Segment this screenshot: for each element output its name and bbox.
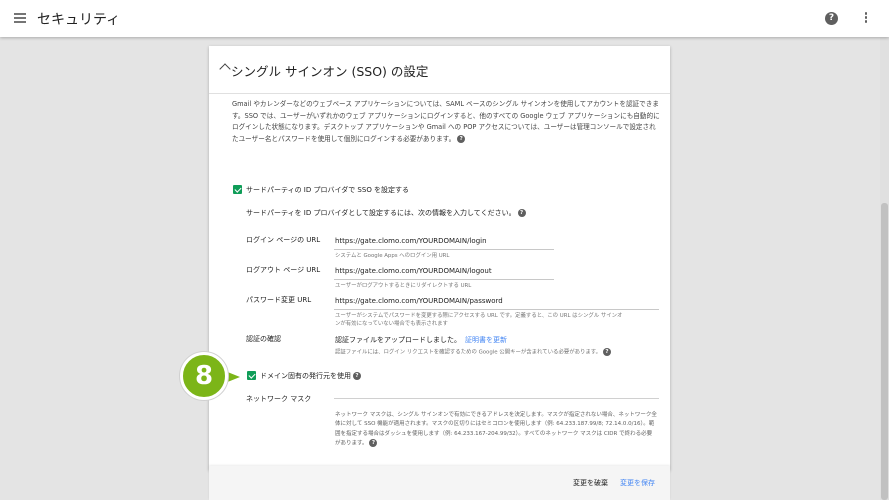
network-mask-help-text: ネットワーク マスクは、シングル サインオンで有効にできるアドレスを決定します。…	[335, 412, 657, 447]
more-vert-icon[interactable]	[864, 12, 868, 25]
sso-description: Gmail やカレンダーなどのウェブベース アプリケーションについては、SAML…	[232, 99, 662, 145]
login-url-underline	[334, 249, 554, 250]
domain-issuer-row: ドメイン固有の発行元を使用?	[260, 371, 361, 381]
logout-url-input[interactable]: https://gate.clomo.com/YOURDOMAIN/logout	[335, 267, 492, 275]
network-mask-help: ネットワーク マスクは、シングル サインオンで有効にできるアドレスを決定します。…	[335, 411, 657, 449]
domain-issuer-label: ドメイン固有の発行元を使用	[260, 372, 351, 380]
action-footer: 変更を破棄 変更を保存	[209, 466, 670, 500]
chevron-up-icon[interactable]	[219, 63, 231, 75]
certificate-hint: 認証ファイルには、ログイン リクエストを確認するための Google 公開キーが…	[335, 348, 612, 357]
help-icon[interactable]: ?	[457, 134, 466, 143]
help-icon[interactable]: ?	[603, 348, 612, 356]
logout-url-hint: ユーザーがログアウトするときにリダイレクトする URL	[335, 283, 472, 289]
help-icon[interactable]: ?	[369, 439, 378, 448]
password-url-label: パスワード変更 URL	[246, 296, 312, 304]
help-icon[interactable]: ?	[353, 372, 361, 380]
card-header[interactable]: シングル サインオン (SSO) の設定	[209, 46, 670, 94]
help-icon[interactable]: ?	[517, 209, 526, 217]
sso-settings-card: シングル サインオン (SSO) の設定 Gmail やカレンダーなどのウェブベ…	[209, 46, 670, 470]
sso-enable-checkbox[interactable]	[233, 185, 242, 194]
help-icon[interactable]: ?	[825, 12, 838, 25]
discard-changes-button[interactable]: 変更を破棄	[573, 478, 608, 488]
network-mask-label: ネットワーク マスク	[246, 395, 312, 403]
login-url-hint: システムと Google Apps へのログイン用 URL	[335, 253, 450, 259]
password-url-underline	[334, 309, 659, 310]
login-url-input[interactable]: https://gate.clomo.com/YOURDOMAIN/login	[335, 237, 487, 245]
login-url-label: ログイン ページの URL	[246, 236, 321, 244]
scrollbar-thumb[interactable]	[881, 203, 888, 500]
step-number-badge: 8	[180, 352, 228, 400]
certificate-hint-text: 認証ファイルには、ログイン リクエストを確認するための Google 公開キーが…	[335, 349, 602, 356]
certificate-status: 認証ファイルをアップロードしました。	[335, 336, 461, 344]
sso-instructions: サードパーティを ID プロバイダとして設定するには、次の情報を入力してください…	[246, 208, 526, 218]
card-title: シングル サインオン (SSO) の設定	[231, 64, 429, 79]
certificate-label: 認証の確認	[246, 335, 281, 343]
domain-issuer-checkbox[interactable]	[247, 371, 256, 380]
top-app-bar: セキュリティ ?	[0, 0, 889, 37]
sso-description-text: Gmail やカレンダーなどのウェブベース アプリケーションについては、SAML…	[232, 100, 660, 143]
menu-icon[interactable]	[14, 13, 26, 23]
password-url-input[interactable]: https://gate.clomo.com/YOURDOMAIN/passwo…	[335, 297, 503, 305]
password-url-hint-line2: ンが有効になっていない場合でも表示されます	[335, 321, 448, 327]
logout-url-underline	[334, 279, 554, 280]
page-title: セキュリティ	[37, 12, 121, 28]
sso-enable-label: サードパーティの ID プロバイダで SSO を設定する	[246, 186, 410, 194]
sso-instructions-text: サードパーティを ID プロバイダとして設定するには、次の情報を入力してください…	[246, 209, 516, 217]
logout-url-label: ログアウト ページ URL	[246, 266, 321, 274]
update-certificate-link[interactable]: 証明書を更新	[465, 335, 507, 345]
save-changes-button[interactable]: 変更を保存	[620, 478, 655, 488]
